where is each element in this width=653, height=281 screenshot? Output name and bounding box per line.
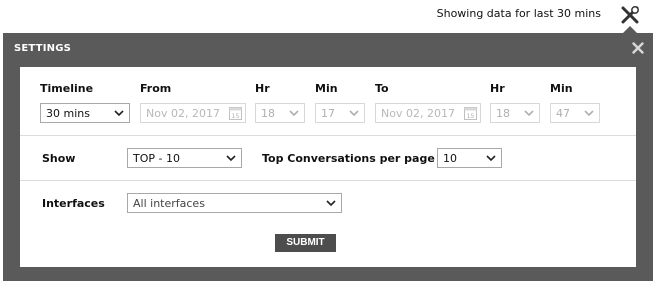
to-label: To bbox=[375, 82, 389, 95]
show-label: Show bbox=[42, 152, 76, 165]
to-min-value: 47 bbox=[556, 107, 570, 120]
from-hr-select[interactable]: 18 bbox=[255, 103, 305, 123]
to-date-value: Nov 02, 2017 bbox=[381, 107, 455, 120]
chevron-down-icon bbox=[226, 155, 236, 162]
chevron-down-icon bbox=[114, 110, 124, 117]
timeline-label: Timeline bbox=[40, 82, 94, 95]
timeline-value: 30 mins bbox=[46, 107, 90, 120]
submit-button[interactable]: SUBMIT bbox=[275, 234, 336, 252]
chevron-down-icon bbox=[584, 110, 594, 117]
timeline-select[interactable]: 30 mins bbox=[40, 103, 130, 123]
settings-panel: Timeline From Hr Min To Hr Min 30 mins N… bbox=[20, 67, 636, 267]
from-min-value: 17 bbox=[321, 107, 335, 120]
from-min-select[interactable]: 17 bbox=[315, 103, 365, 123]
chevron-down-icon bbox=[486, 155, 496, 162]
status-text: Showing data for last 30 mins bbox=[436, 7, 601, 20]
per-page-value: 10 bbox=[443, 152, 457, 165]
chevron-down-icon bbox=[524, 110, 534, 117]
per-page-label: Top Conversations per page bbox=[262, 152, 435, 165]
settings-modal: SETTINGS Timeline From Hr Min To Hr Min … bbox=[3, 33, 653, 281]
interfaces-value: All interfaces bbox=[133, 197, 205, 210]
calendar-icon[interactable]: 15 bbox=[229, 106, 242, 120]
to-min-select[interactable]: 47 bbox=[550, 103, 600, 123]
chevron-down-icon bbox=[326, 200, 336, 207]
show-select[interactable]: TOP - 10 bbox=[127, 148, 242, 168]
divider bbox=[20, 135, 636, 136]
top-bar: Showing data for last 30 mins bbox=[0, 0, 653, 33]
from-label: From bbox=[140, 82, 172, 95]
svg-text:15: 15 bbox=[467, 113, 475, 120]
tools-icon[interactable] bbox=[619, 4, 641, 26]
show-value: TOP - 10 bbox=[133, 152, 180, 165]
interfaces-label: Interfaces bbox=[42, 197, 105, 210]
to-hr-label: Hr bbox=[490, 82, 505, 95]
to-hr-value: 18 bbox=[496, 107, 510, 120]
svg-text:15: 15 bbox=[232, 113, 240, 120]
close-icon[interactable] bbox=[632, 42, 644, 54]
calendar-icon[interactable]: 15 bbox=[464, 106, 477, 120]
interfaces-select[interactable]: All interfaces bbox=[127, 193, 342, 213]
chevron-down-icon bbox=[289, 110, 299, 117]
per-page-select[interactable]: 10 bbox=[437, 148, 502, 168]
popover-pointer bbox=[623, 26, 637, 33]
to-hr-select[interactable]: 18 bbox=[490, 103, 540, 123]
to-date-field[interactable]: Nov 02, 2017 15 bbox=[375, 103, 481, 123]
from-hr-label: Hr bbox=[255, 82, 270, 95]
from-date-field[interactable]: Nov 02, 2017 15 bbox=[140, 103, 246, 123]
to-min-label: Min bbox=[550, 82, 573, 95]
from-date-value: Nov 02, 2017 bbox=[146, 107, 220, 120]
from-min-label: Min bbox=[315, 82, 338, 95]
from-hr-value: 18 bbox=[261, 107, 275, 120]
chevron-down-icon bbox=[349, 110, 359, 117]
divider bbox=[20, 180, 636, 181]
settings-title: SETTINGS bbox=[14, 43, 72, 54]
